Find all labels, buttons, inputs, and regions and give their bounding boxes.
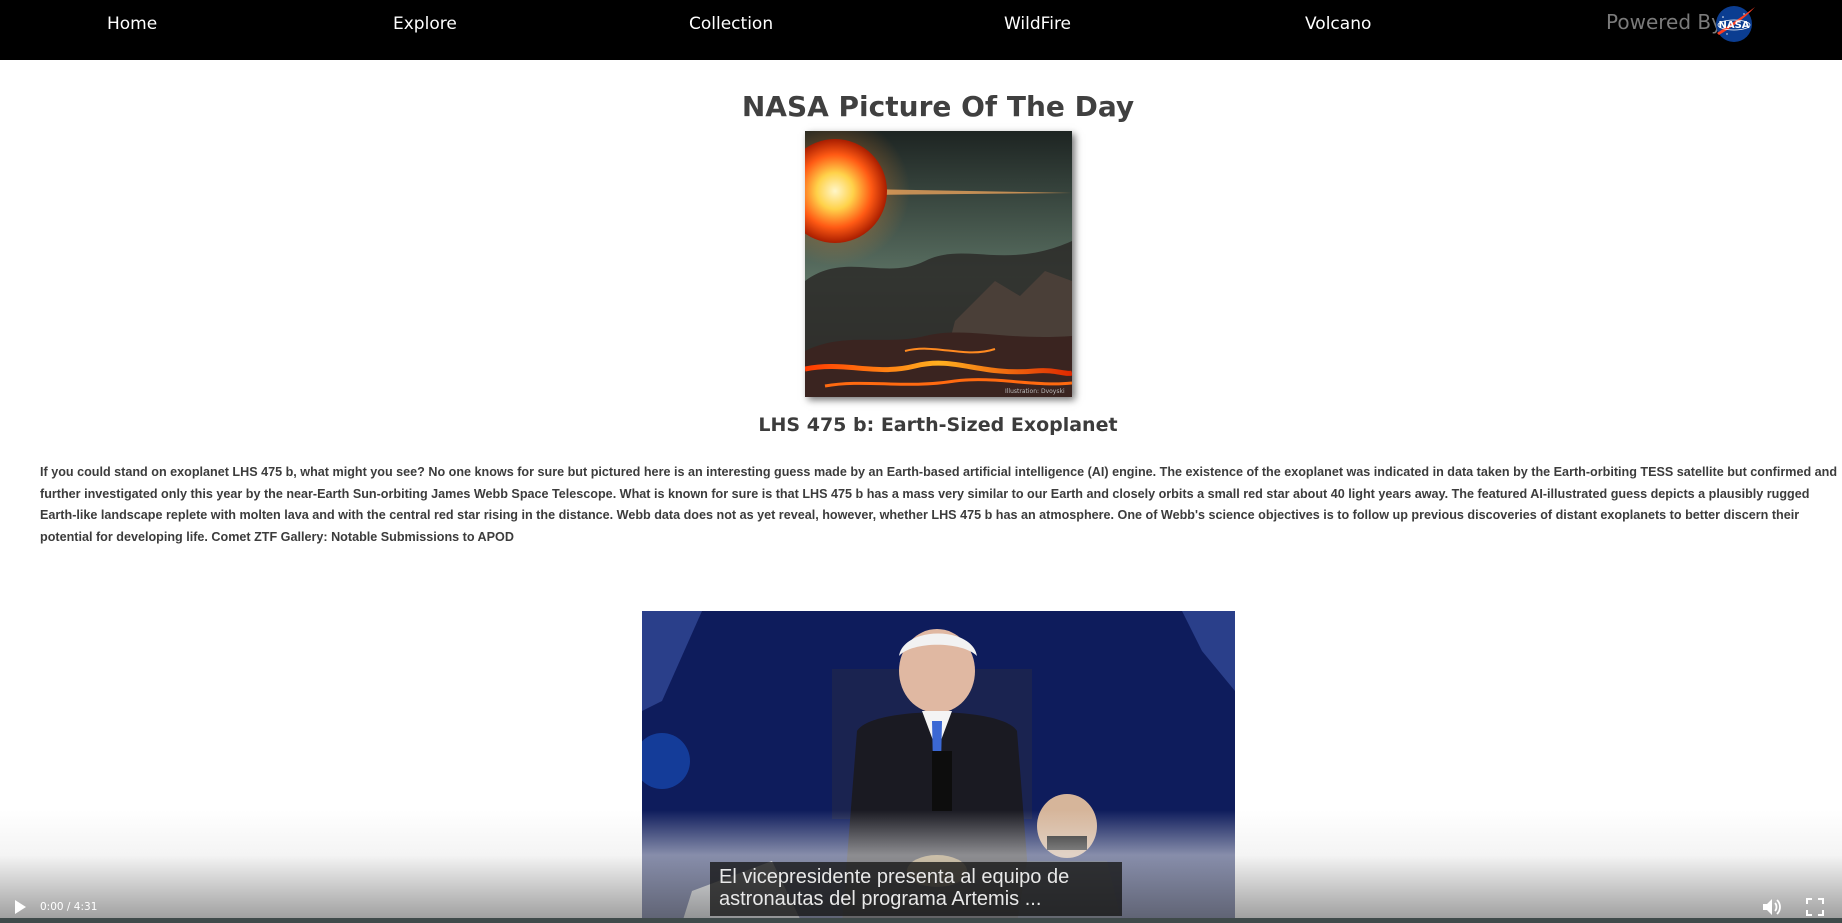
nav-explore-link[interactable]: Explore [393, 14, 457, 34]
page-title: NASA Picture Of The Day [741, 90, 1135, 123]
nasa-logo-icon[interactable]: NASA [1714, 3, 1756, 43]
video-progress-bar[interactable] [0, 918, 1842, 923]
fullscreen-icon[interactable] [1806, 898, 1824, 916]
top-navbar: Home Explore Collection WildFire Volcano… [0, 0, 1842, 60]
powered-by-label: Powered By [1606, 10, 1723, 34]
volume-icon[interactable] [1762, 898, 1782, 916]
image-title: LHS 475 b: Earth-Sized Exoplanet [758, 414, 1118, 436]
nav-collection-link[interactable]: Collection [689, 14, 773, 34]
nav-wildfire-link[interactable]: WildFire [1004, 14, 1071, 34]
image-watermark: Illustration: Dvoyski [1005, 388, 1065, 395]
apod-image: Illustration: Dvoyski [805, 131, 1072, 397]
caption-line-1: El vicepresidente presenta al equipo de [719, 866, 1070, 888]
exoplanet-illustration: Illustration: Dvoyski [805, 131, 1072, 397]
video-time: 0:00 / 4:31 [40, 901, 98, 913]
nav-volcano-link[interactable]: Volcano [1305, 14, 1371, 34]
play-icon[interactable] [12, 899, 28, 915]
nav-home-link[interactable]: Home [107, 14, 157, 34]
image-explanation: If you could stand on exoplanet LHS 475 … [40, 465, 1838, 544]
